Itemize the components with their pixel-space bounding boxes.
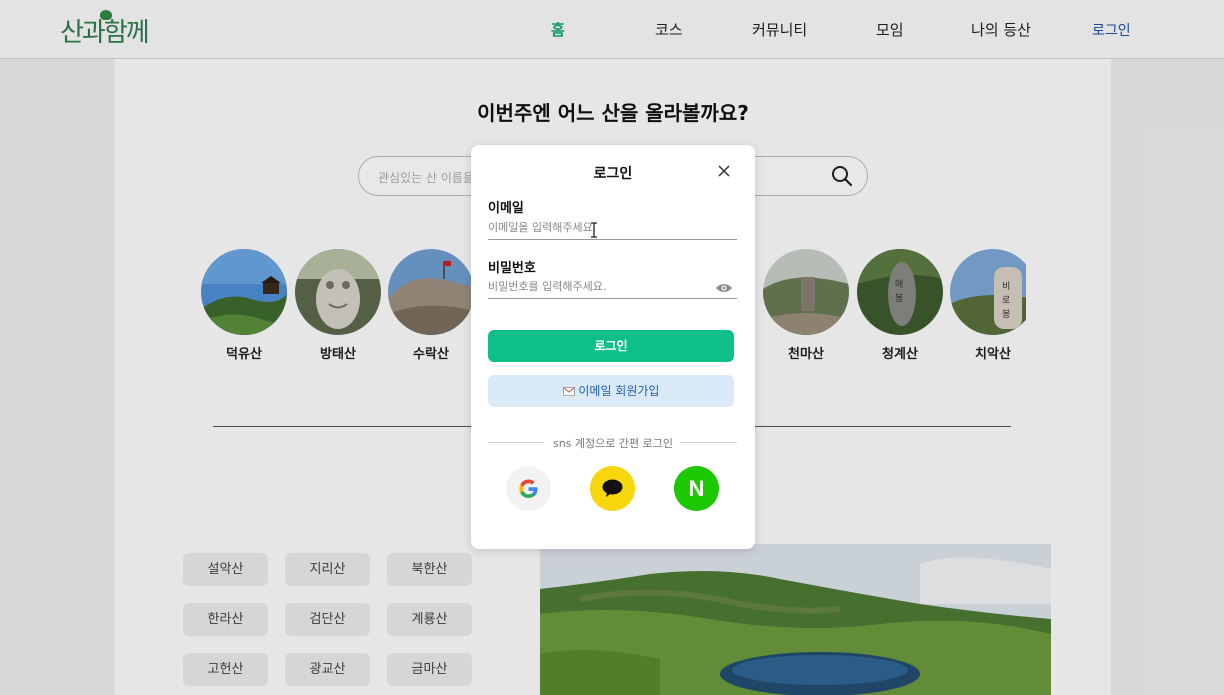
login-button[interactable]: 로그인 [488,330,734,362]
signup-label: 이메일 회원가입 [578,384,660,398]
google-icon [506,479,551,515]
email-field[interactable] [488,216,737,240]
show-password-eye-icon[interactable] [715,279,733,298]
page: 산과함께 홈 코스 커뮤니티 모임 나의 등산 로그인 이번주엔 어느 산을 올… [0,0,1224,695]
naver-login-button[interactable]: N [674,466,719,511]
naver-icon: N [688,476,705,501]
text-cursor-icon [590,222,598,242]
password-field[interactable] [488,275,737,299]
sns-login-text: sns 계정으로 간편 로그인 [552,437,673,450]
kakao-login-button[interactable] [590,466,635,511]
close-icon[interactable] [716,163,732,179]
envelope-icon [562,384,579,398]
google-login-button[interactable] [506,466,551,511]
kakao-chat-icon [590,479,635,515]
email-signup-button[interactable]: 이메일 회원가입 [488,375,734,407]
login-modal: 로그인 이메일 비밀번호 로그인 [471,145,755,549]
sns-divider-right [681,442,737,443]
modal-title: 로그인 [593,166,633,182]
password-label: 비밀번호 [488,261,536,276]
email-label: 이메일 [488,201,524,216]
